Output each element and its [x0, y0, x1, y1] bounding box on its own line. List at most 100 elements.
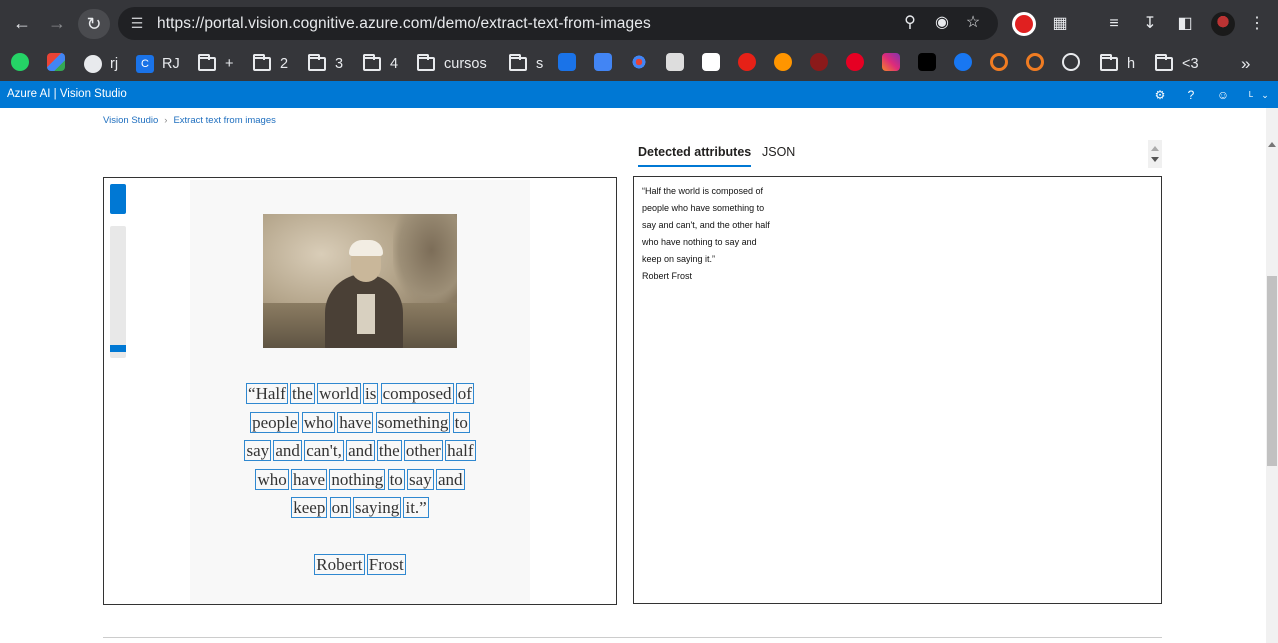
- word-box: is: [363, 383, 379, 404]
- app-title[interactable]: Azure AI | Vision Studio: [7, 88, 127, 100]
- reload-icon[interactable]: ↻: [78, 9, 110, 39]
- bookmark-label: +: [225, 56, 234, 72]
- portrait-photo: [263, 214, 457, 348]
- word-box: of: [455, 383, 474, 404]
- pinterest-icon[interactable]: [846, 53, 864, 71]
- facebook-icon[interactable]: [954, 53, 972, 71]
- bookmark-rj[interactable]: rj: [84, 53, 118, 75]
- tabs-scroll[interactable]: [1148, 140, 1162, 168]
- k-icon[interactable]: [666, 53, 684, 71]
- word-box: saying: [352, 497, 402, 518]
- address-bar[interactable]: ☰ https://portal.vision.cognitive.azure.…: [118, 7, 998, 40]
- bookmark-label: h: [1127, 56, 1136, 72]
- stop-extension-icon[interactable]: [1012, 12, 1036, 36]
- word-box: on: [329, 497, 351, 518]
- scrollbar-thumb[interactable]: [1267, 276, 1277, 466]
- quote-author: Robert Frost: [190, 554, 530, 575]
- reading-list-icon[interactable]: ≡: [1102, 12, 1126, 36]
- image-preview-panel: “Half the world is composed of people wh…: [103, 177, 617, 605]
- amazon-icon[interactable]: [702, 53, 720, 71]
- zoom-slider-handle[interactable]: [110, 345, 126, 352]
- url-text[interactable]: https://portal.vision.cognitive.azure.co…: [157, 15, 651, 33]
- zoom-icon[interactable]: ⚲: [900, 13, 920, 33]
- scroll-down-icon[interactable]: [1151, 157, 1159, 162]
- help-icon[interactable]: ?: [1183, 87, 1199, 103]
- puzzle-icon[interactable]: ▦: [1048, 12, 1072, 36]
- settings-icon[interactable]: ⚙: [1152, 87, 1168, 103]
- orange-ring-icon[interactable]: [990, 53, 1008, 71]
- bookmark-folder-plus[interactable]: +: [198, 53, 233, 75]
- breadcrumb-separator: ›: [164, 115, 168, 126]
- bookmark-folder-heart[interactable]: <3: [1155, 53, 1199, 75]
- bookmark-folder-h[interactable]: h: [1100, 53, 1135, 75]
- calendar-icon[interactable]: [558, 53, 576, 71]
- folder-icon: [1100, 54, 1118, 71]
- folder-icon: [363, 54, 381, 71]
- detected-line: keep on saying it.”: [642, 254, 716, 264]
- scroll-up-icon[interactable]: [1151, 146, 1159, 151]
- detected-text: “Half the world is composed of people wh…: [642, 183, 770, 285]
- profile-avatar[interactable]: [1211, 12, 1235, 36]
- detected-line: say and can't, and the other half: [642, 220, 770, 230]
- bookmark-label: 4: [390, 56, 399, 72]
- tab-detected-attributes[interactable]: Detected attributes: [638, 145, 752, 167]
- breadcrumb-root[interactable]: Vision Studio: [103, 115, 158, 126]
- bookmarks-bar: rj C RJ + 2 3 4 cursos s h <3 »: [0, 48, 1278, 81]
- tab-json[interactable]: JSON: [762, 145, 795, 159]
- orange-icon[interactable]: [774, 53, 792, 71]
- word-box: have: [291, 468, 328, 490]
- quote-text: “Half the world is composed of people wh…: [190, 380, 530, 523]
- detected-line: people who have something to: [642, 203, 765, 213]
- bookmark-RJ[interactable]: C RJ: [136, 53, 180, 75]
- quote-line: people who have something to: [190, 409, 530, 438]
- quote-line: “Half the world is composed of: [190, 380, 530, 409]
- chevron-down-icon[interactable]: ⌄: [1257, 87, 1273, 103]
- azure-header: Azure AI | Vision Studio ⚙ ? ☺ L ⌄: [0, 81, 1278, 108]
- bookmark-folder-2[interactable]: 2: [253, 53, 288, 75]
- scroll-up-icon[interactable]: [1268, 142, 1276, 147]
- word-box: other: [403, 440, 443, 461]
- word-box: have: [337, 411, 374, 433]
- whatsapp-icon[interactable]: [11, 53, 29, 71]
- download-icon[interactable]: ↧: [1138, 12, 1162, 36]
- page-scrollbar[interactable]: [1266, 108, 1278, 643]
- breadcrumb-current[interactable]: Extract text from images: [173, 115, 275, 126]
- site-info-icon[interactable]: ☰: [128, 14, 146, 32]
- forward-icon[interactable]: →: [43, 9, 71, 37]
- instagram-icon[interactable]: [882, 53, 900, 71]
- bookmarks-more-icon[interactable]: »: [1241, 53, 1250, 75]
- word-box: something: [375, 411, 451, 433]
- word-box: “Half: [246, 383, 288, 404]
- word-box: it.”: [403, 497, 429, 518]
- x-icon[interactable]: [918, 53, 936, 71]
- eye-off-icon[interactable]: ◉: [932, 13, 952, 33]
- detected-line: “Half the world is composed of: [642, 186, 764, 196]
- detected-text-panel: “Half the world is composed of people wh…: [633, 176, 1162, 604]
- menu-icon[interactable]: ⋮: [1245, 12, 1269, 36]
- youtube-music-icon[interactable]: [738, 53, 756, 71]
- word-box: who: [255, 468, 289, 490]
- feedback-smiley-icon[interactable]: ☺: [1215, 87, 1231, 103]
- word-box: keep: [291, 497, 328, 518]
- orange-ring-icon-2[interactable]: [1026, 53, 1044, 71]
- zoom-slider-top[interactable]: [110, 184, 126, 214]
- word-box: and: [346, 440, 375, 461]
- gmail-icon[interactable]: [47, 53, 65, 71]
- bookmark-folder-4[interactable]: 4: [363, 53, 398, 75]
- folder-icon: [308, 54, 326, 71]
- assistant-icon[interactable]: [630, 53, 648, 71]
- red-dot-icon[interactable]: [810, 53, 828, 71]
- divider: [103, 637, 1162, 638]
- bookmark-folder-s[interactable]: s: [509, 53, 543, 75]
- edge-icon[interactable]: [1062, 53, 1080, 71]
- bookmark-folder-3[interactable]: 3: [308, 53, 343, 75]
- back-icon[interactable]: ←: [8, 9, 36, 37]
- translate-icon[interactable]: [594, 53, 612, 71]
- star-icon[interactable]: ☆: [963, 13, 983, 33]
- side-panel-icon[interactable]: ◧: [1173, 12, 1197, 36]
- detected-line: Robert Frost: [642, 271, 693, 281]
- word-box: nothing: [329, 468, 386, 490]
- zoom-slider-track[interactable]: [110, 226, 126, 358]
- quote-line: keep on saying it.”: [190, 494, 530, 523]
- bookmark-folder-cursos[interactable]: cursos: [417, 53, 487, 75]
